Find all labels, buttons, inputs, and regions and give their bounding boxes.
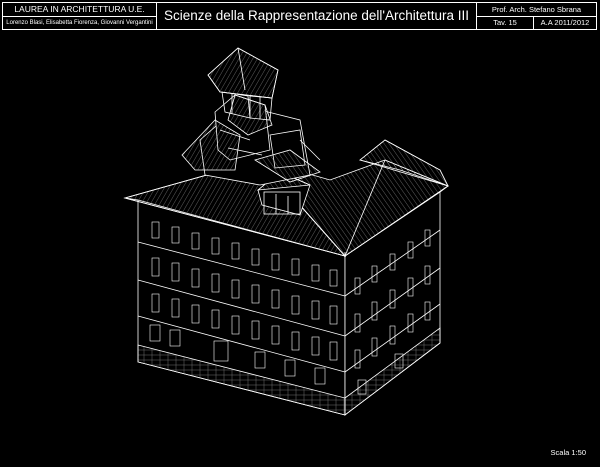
upper-structures	[181, 94, 321, 186]
course-label: LAUREA IN ARCHITETTURA U.E.	[3, 3, 156, 17]
title-block: LAUREA IN ARCHITETTURA U.E. Lorenzo Blas…	[2, 2, 597, 30]
scale-label: Scala 1:50	[550, 448, 586, 457]
academic-year: A.A 2011/2012	[540, 18, 590, 27]
drawing-title: Scienze della Rappresentazione dell'Arch…	[157, 3, 477, 29]
sheet-number: Tav. 15	[477, 17, 534, 29]
title-block-left: LAUREA IN ARCHITETTURA U.E. Lorenzo Blas…	[3, 3, 157, 29]
axonometric-building-drawing	[123, 47, 449, 416]
professor-label: Prof. Arch. Stefano Sbrana	[477, 3, 596, 17]
title-block-right: Prof. Arch. Stefano Sbrana Tav. 15 A.A 2…	[477, 3, 596, 29]
authors-label: Lorenzo Blasi, Elisabetta Fiorenza, Giov…	[6, 20, 153, 26]
